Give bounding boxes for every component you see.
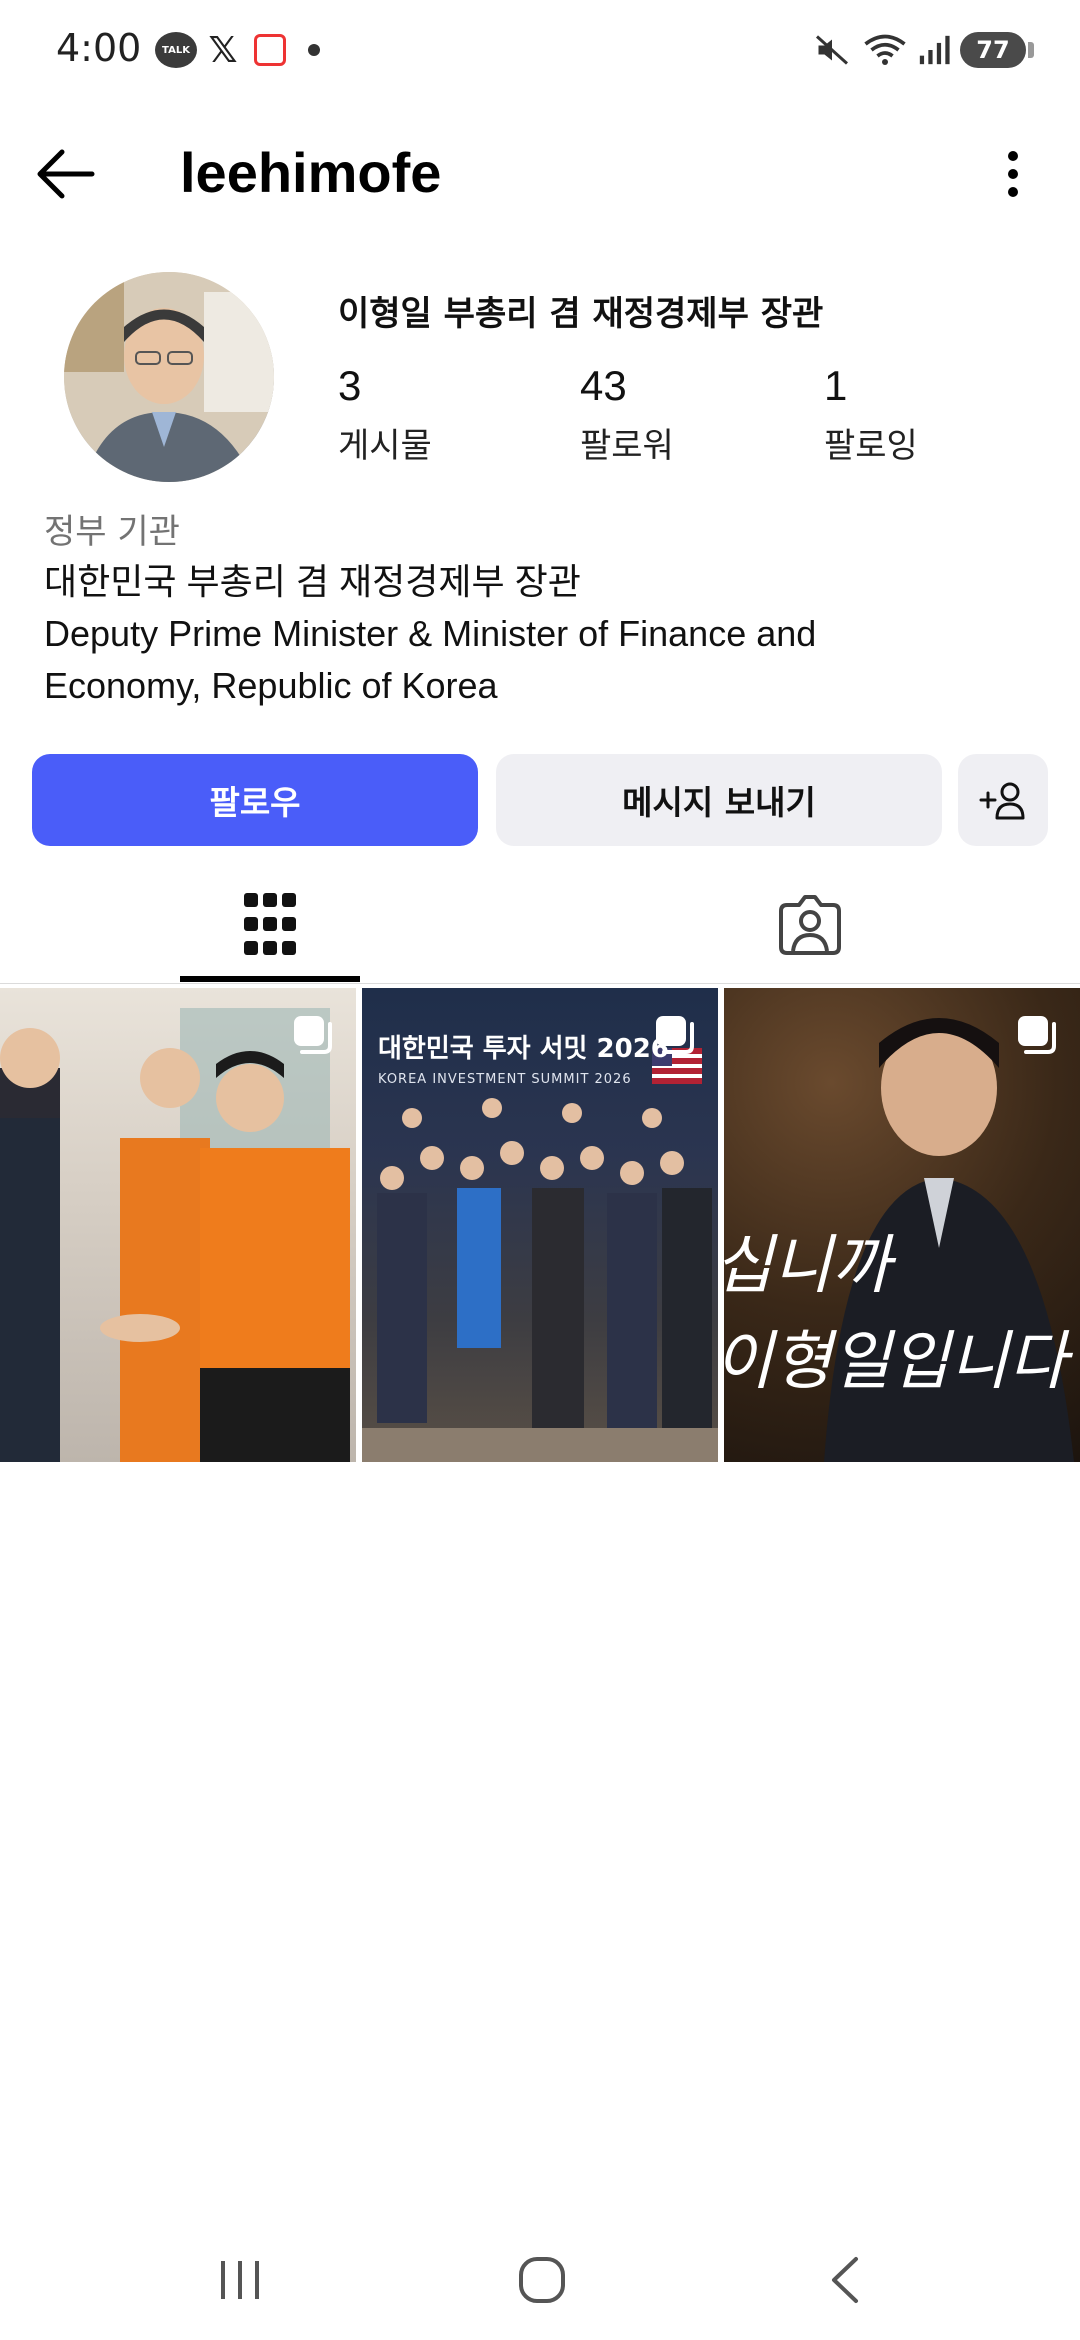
tagged-person-icon <box>779 895 841 955</box>
post-caption: 대한민국 투자 서밋 2026 <box>378 1034 669 1064</box>
stat-following[interactable]: 1 팔로잉 <box>824 362 918 467</box>
posts-count: 3 <box>338 362 362 409</box>
kakaotalk-icon: TALK <box>155 32 197 68</box>
followers-count: 43 <box>580 362 627 409</box>
post-handwritten-text: 십니까 이형일입니다 <box>724 1218 1067 1410</box>
script-line: 십니까 <box>724 1229 891 1303</box>
bio-line: Economy, Republic of Korea <box>44 665 498 706</box>
calendar-icon <box>254 34 286 66</box>
status-time: 4:00 <box>56 26 142 70</box>
dot-icon <box>308 44 320 56</box>
more-options-icon[interactable] <box>998 142 1028 206</box>
signal-icon <box>916 30 952 70</box>
home-icon[interactable] <box>502 2250 582 2310</box>
following-count: 1 <box>824 362 848 409</box>
profile-bio: 대한민국 부총리 겸 재정경제부 장관 Deputy Prime Ministe… <box>44 556 1044 712</box>
profile-category: 정부 기관 <box>44 512 180 552</box>
tab-tagged[interactable] <box>540 866 1080 982</box>
profile-display-name: 이형일 부총리 겸 재정경제부 장관 <box>338 294 824 334</box>
script-line: 이형일입니다 <box>724 1325 1068 1399</box>
mute-icon <box>814 30 850 70</box>
stat-posts[interactable]: 3 게시물 <box>338 362 432 467</box>
following-label: 팔로잉 <box>824 426 918 466</box>
tab-posts-grid[interactable] <box>0 866 540 982</box>
active-tab-indicator <box>180 976 360 982</box>
grid-icon <box>244 893 296 955</box>
profile-avatar[interactable] <box>64 272 274 482</box>
profile-tabs <box>0 866 1080 984</box>
carousel-icon <box>654 1014 696 1056</box>
carousel-icon <box>1016 1014 1058 1056</box>
back-arrow-icon[interactable] <box>32 142 102 206</box>
add-person-icon <box>979 782 1025 820</box>
post-thumbnail[interactable] <box>0 988 356 1462</box>
post-thumbnail[interactable]: 대한민국 투자 서밋 2026 KOREA INVESTMENT SUMMIT … <box>362 988 718 1462</box>
follow-button[interactable]: 팔로우 <box>32 754 478 846</box>
suggested-users-button[interactable] <box>958 754 1048 846</box>
wifi-icon <box>860 30 910 70</box>
post-image <box>0 1008 350 1462</box>
message-button[interactable]: 메시지 보내기 <box>496 754 942 846</box>
carousel-icon <box>292 1014 334 1056</box>
posts-grid: 대한민국 투자 서밋 2026 KOREA INVESTMENT SUMMIT … <box>0 988 1080 1462</box>
status-bar: 4:00 TALK 𝕏 77 <box>0 0 1080 100</box>
stat-followers[interactable]: 43 팔로워 <box>580 362 674 467</box>
profile-header: leehimofe <box>0 120 1080 230</box>
x-icon: 𝕏 <box>208 29 238 71</box>
username-title: leehimofe <box>180 141 442 204</box>
posts-label: 게시물 <box>338 426 432 466</box>
followers-label: 팔로워 <box>580 426 674 466</box>
recent-apps-icon[interactable] <box>200 2250 280 2310</box>
system-nav-bar <box>0 2220 1080 2340</box>
nav-back-icon[interactable] <box>806 2250 886 2310</box>
bio-line: 대한민국 부총리 겸 재정경제부 장관 <box>44 561 581 602</box>
post-thumbnail[interactable]: 십니까 이형일입니다 <box>724 988 1080 1462</box>
post-subcaption: KOREA INVESTMENT SUMMIT 2026 <box>378 1072 632 1087</box>
battery-icon: 77 <box>960 32 1034 68</box>
bio-line: Deputy Prime Minister & Minister of Fina… <box>44 613 817 654</box>
